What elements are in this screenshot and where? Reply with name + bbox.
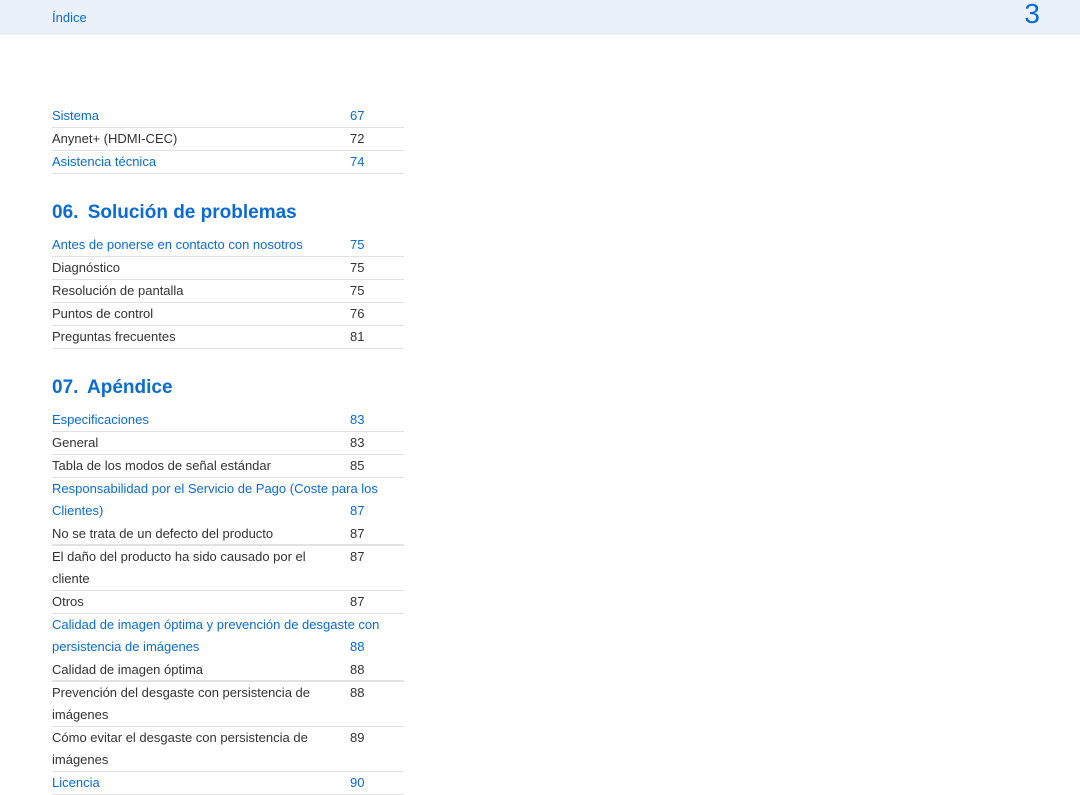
section-title: Solución de problemas — [88, 202, 297, 223]
toc-row[interactable]: Tabla de los modos de señal estándar 85 — [52, 455, 404, 478]
toc-row[interactable]: Calidad de imagen óptima 88 — [52, 659, 404, 682]
toc-page: 85 — [342, 455, 392, 477]
toc-label: Responsabilidad por el Servicio de Pago … — [52, 478, 392, 522]
toc-label: Asistencia técnica — [52, 151, 342, 173]
toc-row-asistencia[interactable]: Asistencia técnica 74 — [52, 151, 404, 174]
section-number: 06. — [52, 202, 78, 223]
toc-row-anynet[interactable]: Anynet+ (HDMI-CEC) 72 — [52, 128, 404, 151]
toc-row[interactable]: Preguntas frecuentes 81 — [52, 326, 404, 349]
toc-label: General — [52, 432, 342, 454]
toc-row[interactable]: Especificaciones 83 — [52, 409, 404, 432]
toc-page: 74 — [342, 151, 392, 173]
toc-row[interactable]: Cómo evitar el desgaste con persistencia… — [52, 727, 404, 772]
toc-label: Diagnóstico — [52, 257, 342, 279]
toc-label: Especificaciones — [52, 409, 342, 431]
toc-row-sistema[interactable]: Sistema 67 — [52, 105, 404, 128]
toc-page: 87 — [342, 546, 392, 568]
header-bar: Índice 3 — [0, 0, 1080, 35]
toc-page: 88 — [342, 659, 392, 681]
toc-page: 75 — [342, 234, 392, 256]
section-07-heading: 07. Apéndice — [52, 377, 404, 399]
toc-label: Preguntas frecuentes — [52, 326, 342, 348]
toc-page: 67 — [342, 105, 392, 127]
toc-label: Calidad de imagen óptima — [52, 659, 342, 681]
toc-row[interactable]: Otros 87 — [52, 591, 404, 614]
toc-label: El daño del producto ha sido causado por… — [52, 546, 342, 590]
toc-row[interactable]: Diagnóstico 75 — [52, 257, 404, 280]
toc-label: Tabla de los modos de señal estándar — [52, 455, 342, 477]
toc-label: Prevención del desgaste con persistencia… — [52, 682, 342, 726]
toc-row[interactable]: Antes de ponerse en contacto con nosotro… — [52, 234, 404, 257]
header-title: Índice — [52, 10, 87, 25]
toc-page: 81 — [342, 326, 392, 348]
toc-row[interactable]: El daño del producto ha sido causado por… — [52, 546, 404, 591]
toc-row[interactable]: Licencia 90 — [52, 772, 404, 795]
toc-label: Sistema — [52, 105, 342, 127]
toc-page: 87 — [342, 523, 392, 545]
toc-row[interactable]: General 83 — [52, 432, 404, 455]
page: Índice 3 Sistema 67 Anynet+ (HDMI-CEC) 7… — [0, 0, 1080, 763]
section-title: Apéndice — [87, 377, 173, 398]
toc-label: Antes de ponerse en contacto con nosotro… — [52, 234, 342, 256]
toc-row[interactable]: No se trata de un defecto del producto 8… — [52, 523, 404, 546]
toc-page: 89 — [342, 727, 392, 749]
toc-page: 88 — [342, 636, 392, 658]
toc-row[interactable]: Resolución de pantalla 75 — [52, 280, 404, 303]
toc-label: No se trata de un defecto del producto — [52, 523, 342, 545]
toc-label: Resolución de pantalla — [52, 280, 342, 302]
section-06-heading: 06. Solución de problemas — [52, 202, 404, 224]
toc-page: 75 — [342, 257, 392, 279]
toc-page: 72 — [342, 128, 392, 150]
toc-page: 88 — [342, 682, 392, 704]
toc-label: Licencia — [52, 772, 342, 794]
toc-page: 83 — [342, 409, 392, 431]
toc-page: 87 — [342, 591, 392, 613]
page-number: 3 — [1024, 0, 1040, 30]
toc-row[interactable]: Prevención del desgaste con persistencia… — [52, 682, 404, 727]
toc-page: 90 — [342, 772, 392, 794]
toc-row[interactable]: Puntos de control 76 — [52, 303, 404, 326]
section-number: 07. — [52, 377, 78, 398]
toc-label: Otros — [52, 591, 342, 613]
toc-label: Calidad de imagen óptima y prevención de… — [52, 614, 392, 658]
toc-page: 76 — [342, 303, 392, 325]
toc-page: 83 — [342, 432, 392, 454]
toc-page: 87 — [342, 500, 392, 522]
toc-label: Cómo evitar el desgaste con persistencia… — [52, 727, 342, 771]
toc-label: Anynet+ (HDMI-CEC) — [52, 128, 342, 150]
toc-content: Sistema 67 Anynet+ (HDMI-CEC) 72 Asisten… — [52, 105, 404, 795]
toc-label: Puntos de control — [52, 303, 342, 325]
toc-page: 75 — [342, 280, 392, 302]
